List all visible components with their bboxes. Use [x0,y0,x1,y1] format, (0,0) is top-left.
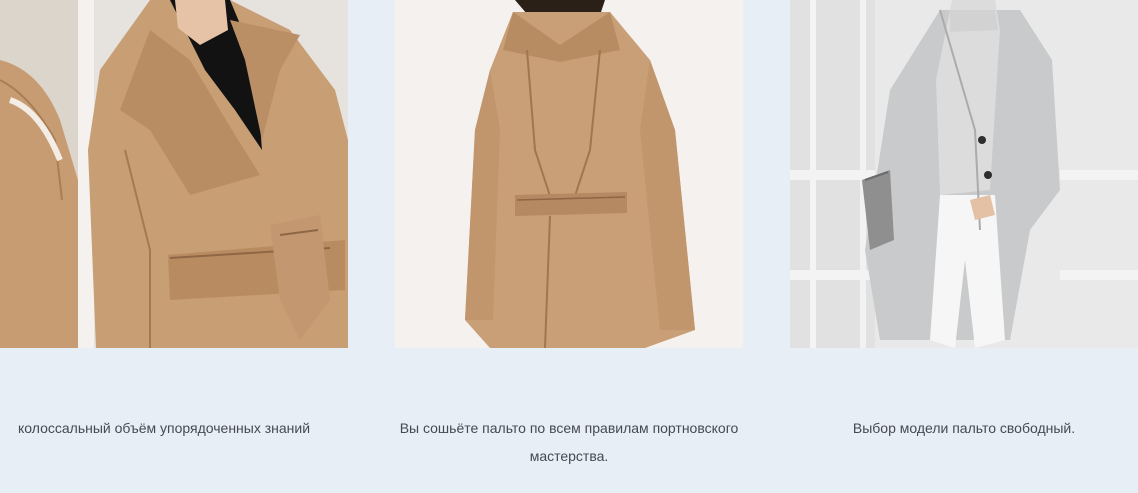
card-caption: колоссальный объём упорядоченных знаний [18,420,311,436]
grey-coat-photo [790,0,1138,348]
coat-card-3: Выбор модели пальто свободный. [790,0,1138,436]
camel-coat-front-photo [0,0,348,348]
coat-card-2: Вы сошьёте пальто по всем правилам портн… [395,0,743,464]
card-caption: Выбор модели пальто свободный. [852,420,1076,436]
coat-card-1: колоссальный объём упорядоченных знаний [0,0,348,436]
card-caption: Вы сошьёте пальто по всем правилам портн… [399,420,739,464]
camel-coat-back-photo [395,0,743,348]
